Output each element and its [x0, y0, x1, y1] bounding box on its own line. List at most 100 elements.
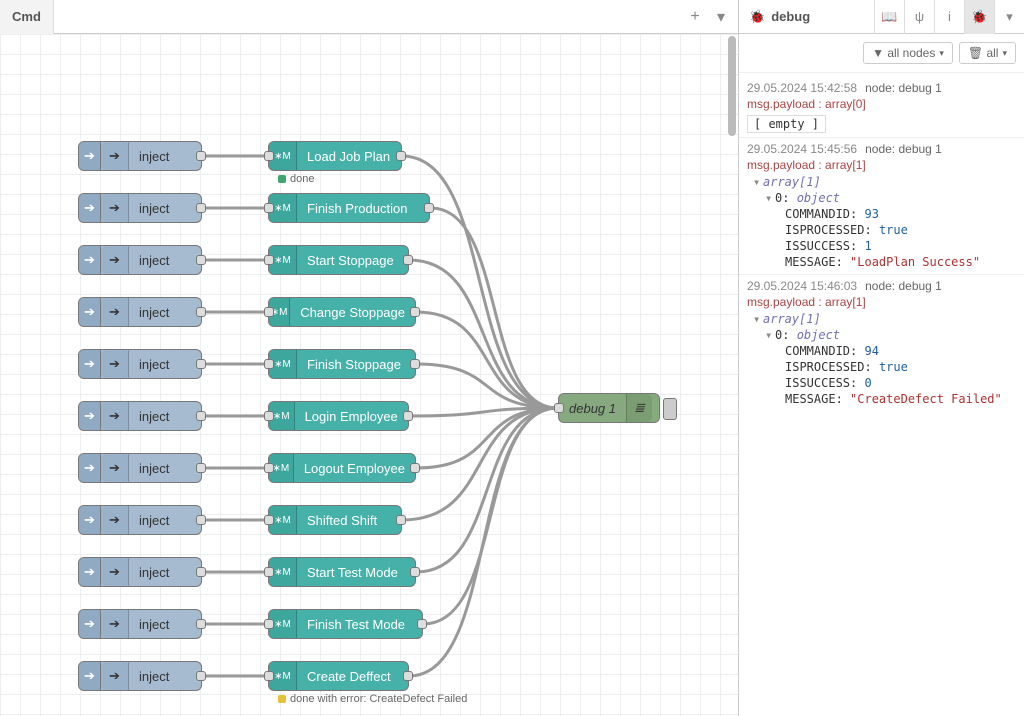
inject-node[interactable]: ➔➔inject [78, 505, 202, 535]
node-port-out[interactable] [196, 619, 206, 629]
inject-node[interactable]: ➔➔inject [78, 661, 202, 691]
function-node[interactable]: ∗MStart Test Mode [268, 557, 416, 587]
tab-menu-caret[interactable]: ▾ [712, 7, 730, 27]
debug-kv-row[interactable]: ISSUCCESS: 0 [753, 375, 1016, 391]
node-port-out[interactable] [403, 411, 413, 421]
tree-object-row[interactable]: ▾0: object [753, 190, 1016, 206]
node-port-out[interactable] [403, 671, 413, 681]
node-port-out[interactable] [410, 463, 420, 473]
node-port-out[interactable] [196, 671, 206, 681]
inject-trigger-button[interactable]: ➔ [79, 298, 101, 326]
inject-trigger-button[interactable]: ➔ [79, 662, 101, 690]
inject-node[interactable]: ➔➔inject [78, 193, 202, 223]
node-port-in[interactable] [264, 411, 274, 421]
node-port-out[interactable] [196, 463, 206, 473]
node-port-in[interactable] [264, 359, 274, 369]
debug-kv-row[interactable]: ISSUCCESS: 1 [753, 238, 1016, 254]
inject-trigger-button[interactable]: ➔ [79, 246, 101, 274]
inject-node[interactable]: ➔➔inject [78, 141, 202, 171]
node-port-out[interactable] [396, 151, 406, 161]
tree-array-row[interactable]: ▾array[1] [753, 174, 1016, 190]
debug-message[interactable]: 29.05.2024 15:45:56node: debug 1msg.payl… [739, 137, 1024, 274]
debug-toggle-button[interactable] [663, 398, 677, 420]
inject-node[interactable]: ➔➔inject [78, 609, 202, 639]
inject-trigger-button[interactable]: ➔ [79, 142, 101, 170]
function-node[interactable]: ∗MFinish Production [268, 193, 430, 223]
function-node[interactable]: ∗MFinish Stoppage [268, 349, 416, 379]
sidebar-tab-branch-icon[interactable]: ψ [904, 0, 934, 34]
debug-message[interactable]: 29.05.2024 15:46:03node: debug 1msg.payl… [739, 274, 1024, 411]
node-port-in[interactable] [554, 403, 564, 413]
debug-msg-header: 29.05.2024 15:42:58node: debug 1 [747, 81, 1016, 95]
debug-msg-topic[interactable]: msg.payload : array[1] [747, 156, 1016, 174]
debug-kv-row[interactable]: ISPROCESSED: true [753, 222, 1016, 238]
flow-canvas[interactable]: ➔➔inject ∗MLoad Job Plan ➔➔inject ∗MFinish … [0, 34, 738, 716]
node-port-out[interactable] [196, 567, 206, 577]
inject-trigger-button[interactable]: ➔ [79, 558, 101, 586]
function-node[interactable]: ∗MShifted Shift [268, 505, 402, 535]
debug-message[interactable]: 29.05.2024 15:42:58node: debug 1msg.payl… [739, 77, 1024, 137]
inject-trigger-button[interactable]: ➔ [79, 350, 101, 378]
inject-node[interactable]: ➔➔inject [78, 453, 202, 483]
node-port-in[interactable] [264, 255, 274, 265]
debug-node[interactable]: debug 1≣ [558, 393, 660, 423]
debug-msg-topic[interactable]: msg.payload : array[1] [747, 293, 1016, 311]
inject-trigger-button[interactable]: ➔ [79, 506, 101, 534]
node-port-in[interactable] [264, 567, 274, 577]
node-port-in[interactable] [264, 463, 274, 473]
debug-clear-dropdown[interactable]: 🗑 all▾ [959, 42, 1016, 64]
node-port-out[interactable] [410, 359, 420, 369]
node-port-out[interactable] [403, 255, 413, 265]
node-port-out[interactable] [417, 619, 427, 629]
debug-filter-dropdown[interactable]: ▼ all nodes▾ [863, 42, 953, 64]
function-node[interactable]: ∗MLogout Employee [268, 453, 416, 483]
add-tab-button[interactable]: + [686, 8, 704, 26]
node-port-out[interactable] [196, 151, 206, 161]
debug-kv-row[interactable]: COMMANDID: 93 [753, 206, 1016, 222]
sidebar-tab-info-icon[interactable]: i [934, 0, 964, 34]
node-port-out[interactable] [196, 255, 206, 265]
tree-object-row[interactable]: ▾0: object [753, 327, 1016, 343]
node-port-out[interactable] [196, 359, 206, 369]
inject-node[interactable]: ➔➔inject [78, 245, 202, 275]
inject-trigger-button[interactable]: ➔ [79, 454, 101, 482]
sidebar-caret-icon[interactable]: ▾ [994, 0, 1024, 34]
node-port-in[interactable] [264, 203, 274, 213]
node-port-out[interactable] [410, 307, 420, 317]
tab-cmd[interactable]: Cmd [0, 0, 54, 34]
node-port-in[interactable] [264, 307, 274, 317]
inject-node[interactable]: ➔➔inject [78, 557, 202, 587]
node-port-out[interactable] [196, 203, 206, 213]
node-port-in[interactable] [264, 151, 274, 161]
debug-msg-topic[interactable]: msg.payload : array[0] [747, 95, 1016, 113]
inject-node[interactable]: ➔➔inject [78, 297, 202, 327]
node-port-out[interactable] [196, 307, 206, 317]
node-port-in[interactable] [264, 515, 274, 525]
function-node[interactable]: ∗MFinish Test Mode [268, 609, 423, 639]
sidebar-tab-info-book-icon[interactable]: 📖 [874, 0, 904, 34]
node-port-in[interactable] [264, 671, 274, 681]
node-port-out[interactable] [396, 515, 406, 525]
function-node[interactable]: ∗MCreate Deffect [268, 661, 409, 691]
node-port-out[interactable] [196, 515, 206, 525]
inject-trigger-button[interactable]: ➔ [79, 610, 101, 638]
inject-node[interactable]: ➔➔inject [78, 349, 202, 379]
debug-kv-row[interactable]: MESSAGE: "LoadPlan Success" [753, 254, 1016, 270]
debug-kv-row[interactable]: COMMANDID: 94 [753, 343, 1016, 359]
inject-trigger-button[interactable]: ➔ [79, 194, 101, 222]
debug-kv-row[interactable]: MESSAGE: "CreateDefect Failed" [753, 391, 1016, 407]
node-port-out[interactable] [410, 567, 420, 577]
inject-trigger-button[interactable]: ➔ [79, 402, 101, 430]
function-node[interactable]: ∗MLoad Job Plan [268, 141, 402, 171]
node-port-out[interactable] [424, 203, 434, 213]
sidebar-tab-debug-icon[interactable]: 🐞 [964, 0, 994, 34]
debug-kv-row[interactable]: ISPROCESSED: true [753, 359, 1016, 375]
node-port-out[interactable] [196, 411, 206, 421]
node-port-in[interactable] [264, 619, 274, 629]
function-node[interactable]: ∗MLogin Employee [268, 401, 409, 431]
tree-array-row[interactable]: ▾array[1] [753, 311, 1016, 327]
function-node[interactable]: ∗MChange Stoppage [268, 297, 416, 327]
inject-node[interactable]: ➔➔inject [78, 401, 202, 431]
scrollbar-vertical[interactable] [728, 36, 736, 136]
function-node[interactable]: ∗MStart Stoppage [268, 245, 409, 275]
